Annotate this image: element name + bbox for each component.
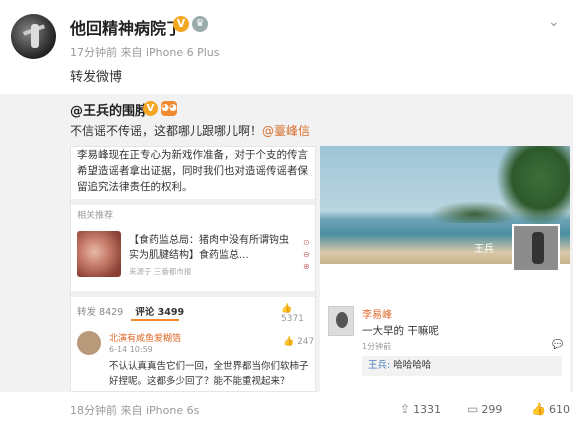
- member-badge-icon: ♛: [192, 16, 208, 32]
- active-tab-indicator: [131, 319, 179, 321]
- original-post-text: 不信谣不传谣，这都哪儿跟哪儿啊！@薹峰信: [70, 124, 311, 138]
- chevron-down-icon[interactable]: ⌄: [548, 14, 560, 30]
- commenter-avatar: [77, 331, 101, 355]
- poster-name: 李易峰: [362, 310, 392, 321]
- related-label: 相关推荐: [77, 211, 114, 221]
- comment-icon: 💬: [552, 340, 564, 350]
- repost-button[interactable]: ⇪ 1331: [400, 402, 441, 416]
- news-thumbnail: [77, 231, 121, 277]
- screenshot-text: 李易峰现在正专心为新戏作准备，对于个支的传言希望造谣者拿出证据，同时我们也对造谣…: [77, 149, 308, 193]
- user-avatar[interactable]: [11, 14, 56, 59]
- verified-badge-icon: V: [143, 101, 158, 116]
- divider: [71, 291, 315, 297]
- divider: [71, 199, 315, 205]
- post-text: 转发微博: [70, 70, 123, 85]
- repost-icon: ⇪: [400, 402, 411, 416]
- comment-button[interactable]: ▭ 299: [467, 402, 502, 416]
- like-stat: 👍 5371: [281, 304, 304, 324]
- poster-avatar: [328, 306, 354, 336]
- post-stats: 转发 8429 评论 3499: [77, 307, 185, 318]
- news-action-icons: ⊙ ⊖ ⊕: [303, 238, 310, 271]
- attached-image-1[interactable]: 李易峰现在正专心为新戏作准备，对于个支的传言希望造谣者拿出证据，同时我们也对造谣…: [70, 146, 316, 392]
- attached-image-2[interactable]: 王兵 李易峰 一大早的 干嘛呢 1分钟前 💬 王兵: 哈哈哈哈: [320, 146, 570, 392]
- member-level-icon: ◕◕: [161, 101, 177, 116]
- footer-meta: 18分钟前 来自 iPhone 6s: [70, 404, 200, 417]
- poster-time: 1分钟前: [362, 342, 392, 351]
- like-button[interactable]: 👍 610: [531, 402, 570, 416]
- verified-badge-icon: V: [173, 16, 189, 32]
- post-meta: 17分钟前 来自 iPhone 6 Plus: [70, 46, 220, 59]
- inset-photo: [512, 224, 560, 272]
- comment-time: 6-14 10:59: [109, 345, 153, 354]
- comment-icon: ▭: [467, 402, 479, 416]
- reply-box: 王兵: 哈哈哈哈: [362, 356, 562, 376]
- comment-like: 👍 247: [283, 337, 315, 347]
- commenter-name: 北演有咸鱼爱糊箔: [109, 334, 182, 344]
- news-source: 来源于 三番都市报: [129, 267, 192, 276]
- comment-text: 不认认真真告它们一回，全世界都当你们软柿子好捏呢。这都多少回了？能不能重视起来？: [109, 361, 309, 387]
- thumbs-up-icon: 👍: [531, 402, 546, 416]
- username[interactable]: 他回精神病院了: [70, 15, 182, 39]
- palm-trees: [496, 146, 570, 226]
- news-title: 【食药监总局：猪肉中没有所谓钩虫 实为肌腱结构】食药监总...: [129, 235, 289, 261]
- original-author-link[interactable]: @王兵的围脖: [70, 100, 148, 119]
- watermark: 王兵: [474, 244, 494, 255]
- poster-text: 一大早的 干嘛呢: [362, 325, 439, 337]
- mention-link[interactable]: @薹峰信: [262, 124, 310, 138]
